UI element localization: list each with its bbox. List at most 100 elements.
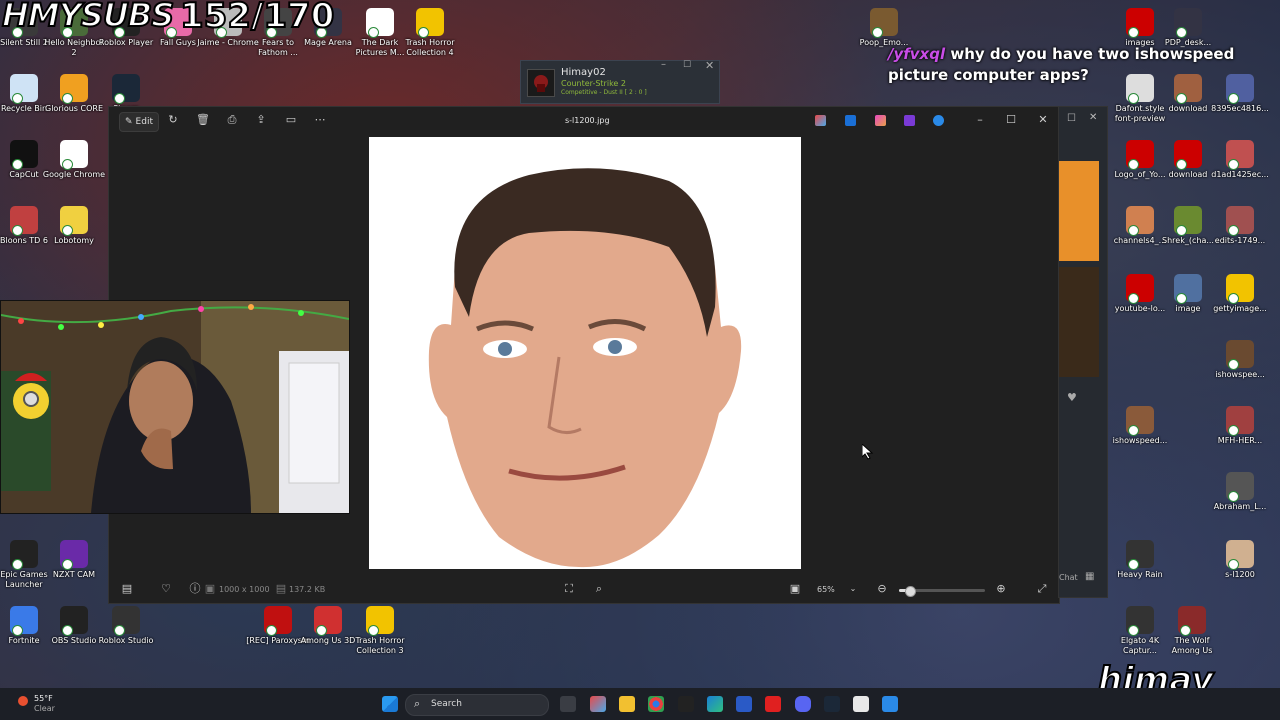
edit-button[interactable]: ✎ Edit (119, 112, 159, 132)
desktop-icon[interactable]: s-l1200 (1208, 540, 1272, 580)
delete-icon[interactable]: 🗑 (196, 114, 210, 126)
desktop-icon-label: edits-1749... (1214, 236, 1266, 245)
desktop-icon[interactable]: Lobotomy (42, 206, 106, 246)
task-view-icon[interactable] (560, 696, 576, 712)
zoom-in-icon[interactable]: ⊕ (995, 583, 1007, 595)
minimize-icon[interactable]: – (973, 113, 987, 126)
print-icon[interactable]: ⎙ (226, 114, 238, 126)
edge-icon[interactable] (707, 696, 723, 712)
sync-check-icon (1228, 491, 1239, 502)
webcam-scene (1, 301, 349, 513)
taskbar-search[interactable]: ⌕ Search (405, 694, 549, 716)
more-options-icon[interactable]: ⋯ (314, 114, 326, 126)
app-icon (60, 74, 88, 104)
start-icon[interactable] (382, 696, 398, 712)
fullscreen-icon[interactable]: ⤢ (1036, 583, 1048, 595)
chrome-icon[interactable] (648, 696, 664, 712)
zoom-slider[interactable] (899, 586, 985, 597)
sync-check-icon (62, 625, 73, 636)
app-icon (60, 140, 88, 170)
onedrive-icon[interactable] (933, 115, 944, 126)
zoom-slider-thumb[interactable] (905, 586, 917, 597)
app-icon (1226, 140, 1254, 170)
desktop-icon[interactable]: Google Chrome (42, 140, 106, 180)
desktop-icon[interactable]: gettyimage... (1208, 274, 1272, 314)
weather-widget[interactable]: 55°F Clear (18, 692, 78, 716)
filmstrip-icon[interactable]: ▤ (121, 583, 133, 595)
photos-icon[interactable] (882, 696, 898, 712)
copilot-icon[interactable] (590, 696, 606, 712)
face-illustration (428, 168, 742, 568)
app-icon (870, 8, 898, 38)
desktop-icon[interactable]: ishowspee... (1208, 340, 1272, 380)
copilot-icon[interactable] (815, 115, 826, 126)
favorite-icon[interactable]: ♡ (160, 583, 172, 595)
sync-check-icon (1128, 225, 1139, 236)
maximize-icon[interactable]: ☐ (1067, 113, 1076, 124)
obs-icon[interactable] (678, 696, 694, 712)
clipchamp-icon[interactable] (904, 115, 915, 126)
app-icon (60, 540, 88, 570)
desktop-icon[interactable]: PDP_desk... (1156, 8, 1220, 48)
desktop-icon[interactable]: NZXT CAM (42, 540, 106, 580)
desktop-icon[interactable]: Poop_Emo... (852, 8, 916, 48)
notepad-icon[interactable] (853, 696, 869, 712)
app-icon (1226, 406, 1254, 436)
desktop-icon[interactable]: Trash Horror Collection 3 (348, 606, 412, 656)
desktop-icon[interactable]: Abraham_L... (1208, 472, 1272, 512)
desktop-icon[interactable]: Trash Horror Collection 4 (398, 8, 462, 58)
app-icon (1126, 606, 1154, 636)
desktop-icon[interactable]: edits-1749... (1208, 206, 1272, 246)
slideshow-icon[interactable]: ▭ (285, 114, 297, 126)
app-icon (314, 606, 342, 636)
youtube-icon[interactable] (765, 696, 781, 712)
file-explorer-icon[interactable] (619, 696, 635, 712)
maximize-icon[interactable]: ☐ (1004, 113, 1018, 126)
close-icon[interactable]: ✕ (1089, 112, 1097, 123)
zoom-out-icon[interactable]: ⊖ (876, 583, 888, 595)
steam-friend-notification[interactable]: Himay02 Counter-Strike 2 Competitive - D… (520, 59, 720, 104)
discord-icon[interactable] (795, 696, 811, 712)
desktop-icon[interactable]: Roblox Studio (94, 606, 158, 646)
chevron-down-icon[interactable]: ⌄ (847, 583, 859, 595)
close-icon[interactable]: ✕ (1036, 113, 1050, 126)
sync-check-icon (12, 159, 23, 170)
rotate-icon[interactable]: ↻ (167, 114, 179, 126)
close-icon[interactable]: ✕ (705, 59, 714, 72)
paint-icon[interactable] (875, 115, 886, 126)
crop-icon[interactable]: ⛶ (563, 583, 575, 595)
sync-check-icon (114, 93, 125, 104)
desktop-icon[interactable]: MFH-HER... (1208, 406, 1272, 446)
share-icon[interactable]: ⇪ (255, 114, 267, 126)
desktop-icon[interactable]: Heavy Rain (1108, 540, 1172, 580)
chat-label[interactable]: Chat (1059, 573, 1078, 582)
desktop-icon[interactable]: The Wolf Among Us (1160, 606, 1224, 656)
steam-icon[interactable] (824, 696, 840, 712)
sync-check-icon (1176, 27, 1187, 38)
zoom-level[interactable]: 65% (817, 585, 835, 594)
sync-check-icon (1128, 93, 1139, 104)
desktop-icon-label: Trash Horror Collection 4 (405, 38, 455, 57)
info-icon[interactable]: ⓘ (189, 583, 201, 595)
designer-icon[interactable] (845, 115, 856, 126)
desktop-icon[interactable]: d1ad1425ec... (1208, 140, 1272, 180)
sync-check-icon (62, 159, 73, 170)
sync-check-icon (1228, 293, 1239, 304)
maximize-icon[interactable]: ☐ (683, 60, 691, 70)
sync-check-icon (1128, 425, 1139, 436)
heart-icon[interactable]: ♥ (1067, 391, 1077, 404)
app-icon (112, 74, 140, 104)
desktop-icon[interactable]: ishowspeed... (1108, 406, 1172, 446)
file-name: s-l1200.jpg (565, 116, 610, 125)
app-icon (1126, 274, 1154, 304)
app-icon (1126, 8, 1154, 38)
store-icon[interactable] (736, 696, 752, 712)
app-icon (366, 606, 394, 636)
app-icon (1226, 274, 1254, 304)
friend-avatar-icon (534, 75, 548, 92)
actual-size-icon[interactable]: ▣ (789, 583, 801, 595)
weather-icon (18, 696, 28, 706)
visual-search-icon[interactable]: ⌕ (593, 583, 605, 595)
friends-icon[interactable]: ▦ (1085, 571, 1094, 582)
minimize-icon[interactable]: – (661, 59, 666, 70)
